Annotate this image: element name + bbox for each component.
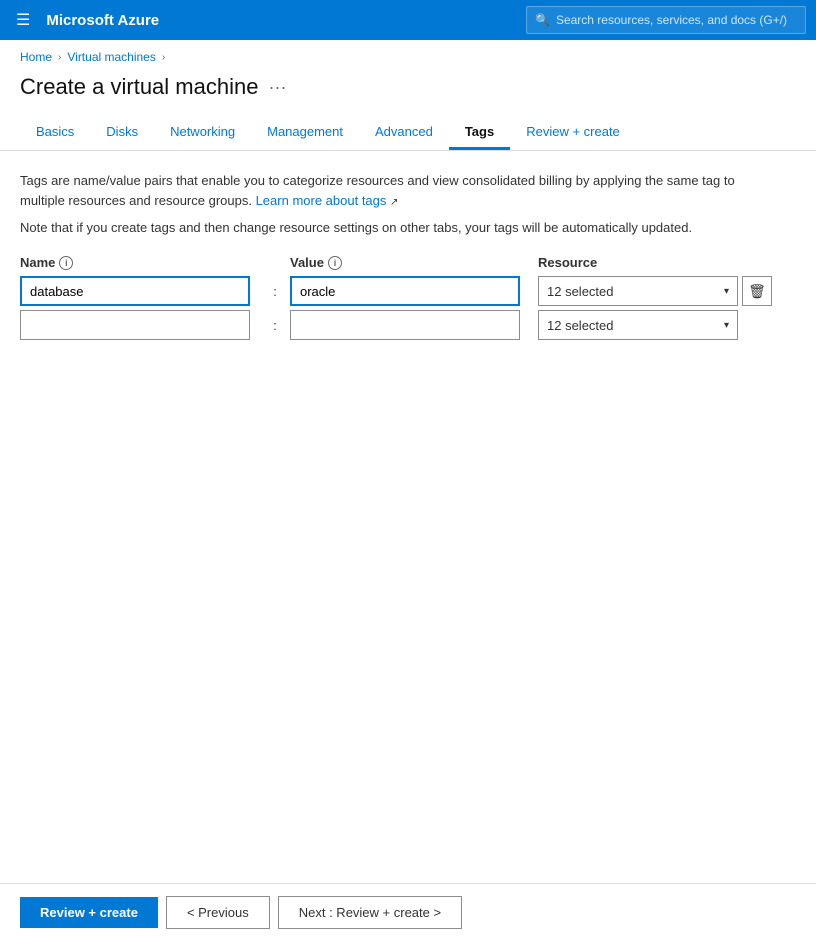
tag-separator-2: : — [273, 318, 277, 333]
tag-separator-1: : — [273, 284, 277, 299]
tab-strip: Basics Disks Networking Management Advan… — [0, 116, 816, 151]
value-col-header: Value i — [290, 255, 530, 270]
search-input[interactable] — [556, 13, 797, 27]
tab-basics[interactable]: Basics — [20, 116, 90, 150]
trash-icon-1: 🗑 — [748, 283, 766, 300]
page-options-button[interactable]: ··· — [268, 77, 286, 98]
topbar: ☰ Microsoft Azure 🔍 — [0, 0, 816, 40]
footer: Review + create < Previous Next : Review… — [0, 883, 816, 941]
hamburger-menu[interactable]: ☰ — [10, 6, 36, 34]
tab-review-create[interactable]: Review + create — [510, 116, 636, 150]
name-col-header: Name i — [20, 255, 260, 270]
tab-management[interactable]: Management — [251, 116, 359, 150]
tag-resource-value-1: 12 selected — [547, 284, 614, 299]
main-content: Tags are name/value pairs that enable yo… — [0, 151, 816, 364]
tab-advanced[interactable]: Advanced — [359, 116, 449, 150]
search-bar[interactable]: 🔍 — [526, 6, 806, 34]
previous-button[interactable]: < Previous — [166, 896, 270, 929]
tag-value-input-1[interactable] — [290, 276, 520, 306]
breadcrumb: Home › Virtual machines › — [0, 40, 816, 74]
tag-resource-dropdown-btn-1[interactable]: 12 selected ▾ — [538, 276, 738, 306]
search-icon: 🔍 — [535, 13, 550, 27]
tag-resource-dropdown-btn-2[interactable]: 12 selected ▾ — [538, 310, 738, 340]
review-create-button[interactable]: Review + create — [20, 897, 158, 928]
page-title: Create a virtual machine — [20, 74, 258, 100]
tag-resource-value-2: 12 selected — [547, 318, 614, 333]
tag-row-1: : 12 selected ▾ 🗑 — [20, 276, 796, 306]
tab-networking[interactable]: Networking — [154, 116, 251, 150]
breadcrumb-virtual-machines[interactable]: Virtual machines — [67, 50, 156, 64]
note-text: Note that if you create tags and then ch… — [20, 220, 740, 235]
tag-delete-btn-1[interactable]: 🗑 — [742, 276, 772, 306]
tab-disks[interactable]: Disks — [90, 116, 154, 150]
value-info-icon[interactable]: i — [328, 256, 342, 270]
external-link-icon: ↗ — [390, 197, 398, 208]
dropdown-chevron-1: ▾ — [724, 286, 729, 297]
tag-name-input-2[interactable] — [20, 310, 250, 340]
page-title-row: Create a virtual machine ··· — [0, 74, 816, 116]
tag-name-input-1[interactable] — [20, 276, 250, 306]
tab-tags[interactable]: Tags — [449, 116, 510, 150]
dropdown-chevron-2: ▾ — [724, 320, 729, 331]
breadcrumb-sep-2: › — [162, 52, 165, 63]
info-text: Tags are name/value pairs that enable yo… — [20, 171, 740, 210]
tags-header: Name i Value i Resource — [20, 255, 796, 270]
tag-resource-dropdown-1[interactable]: 12 selected ▾ — [538, 276, 738, 306]
resource-col-header: Resource — [538, 255, 750, 270]
tag-row-2: : 12 selected ▾ — [20, 310, 796, 340]
learn-more-link[interactable]: Learn more about tags — [256, 193, 387, 208]
tag-value-input-2[interactable] — [290, 310, 520, 340]
app-title: Microsoft Azure — [46, 12, 516, 29]
breadcrumb-sep-1: › — [58, 52, 61, 63]
breadcrumb-home[interactable]: Home — [20, 50, 52, 64]
next-button[interactable]: Next : Review + create > — [278, 896, 462, 929]
name-info-icon[interactable]: i — [59, 256, 73, 270]
tag-resource-dropdown-2[interactable]: 12 selected ▾ — [538, 310, 738, 340]
